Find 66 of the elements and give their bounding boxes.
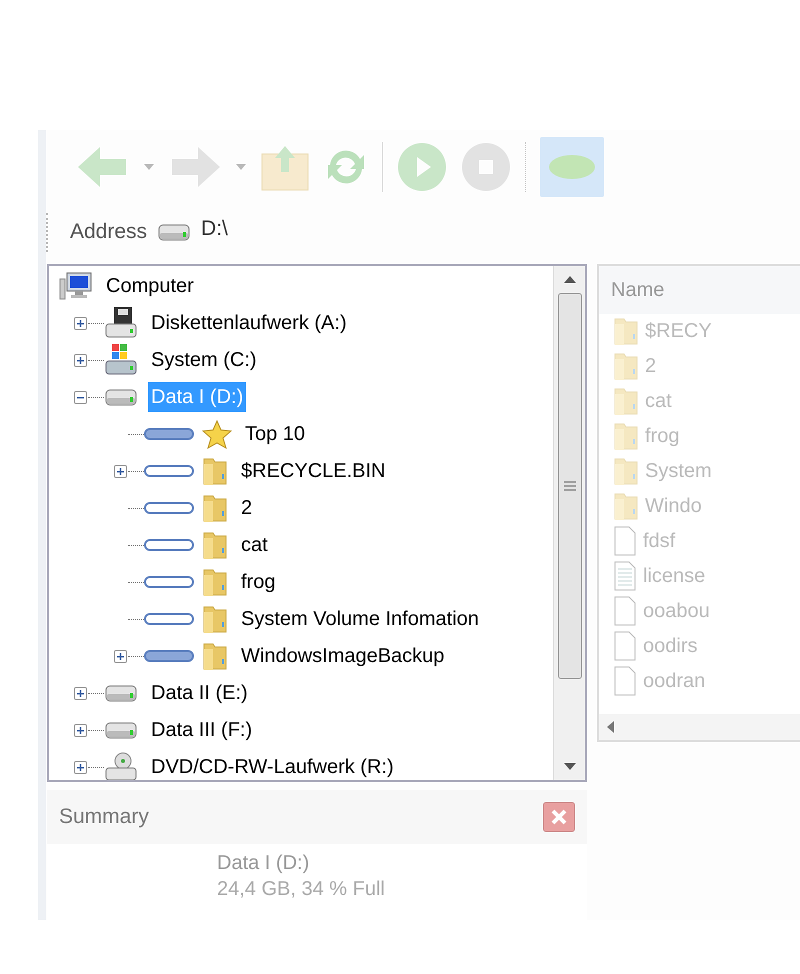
folder-icon	[202, 604, 228, 634]
plus-icon	[116, 652, 125, 661]
file-icon	[613, 666, 637, 696]
expand-button[interactable]	[114, 650, 127, 663]
plus-icon	[76, 688, 85, 698]
tree-item[interactable]: Computer	[103, 271, 197, 302]
expand-button[interactable]	[74, 724, 87, 737]
plus-icon	[76, 726, 85, 735]
scrollbar-thumb[interactable]	[558, 292, 582, 679]
computer-icon	[59, 271, 93, 302]
expand-button[interactable]	[74, 686, 87, 700]
tree-item[interactable]: frog	[238, 567, 278, 598]
expand-button[interactable]	[74, 760, 87, 774]
summary-title: Summary	[59, 804, 149, 830]
folder-icon	[202, 530, 228, 560]
folder-icon	[202, 641, 228, 672]
dropdown-caret-icon[interactable]	[236, 164, 246, 170]
tree-item[interactable]: Data II (E:)	[148, 678, 251, 708]
address-path[interactable]: D:\	[201, 213, 228, 245]
tree-item[interactable]: System (C:)	[148, 345, 260, 376]
summary-text: 24,4 GB, 34 % Full	[217, 876, 386, 902]
folder-icon	[613, 491, 639, 522]
file-icon	[613, 526, 637, 556]
scroll-left-icon[interactable]	[607, 720, 614, 733]
windows-drive-icon	[104, 343, 138, 378]
vertical-scrollbar[interactable]	[553, 266, 585, 780]
tree-item[interactable]: 2	[238, 493, 256, 524]
folder-icon	[613, 421, 639, 452]
tree-item[interactable]: cat	[238, 530, 271, 560]
folder-icon	[613, 456, 639, 486]
tree-item[interactable]: Top 10	[242, 419, 308, 450]
folder-icon	[613, 386, 639, 416]
tree-item[interactable]: Data III (F:)	[148, 715, 256, 746]
address-label: Address	[70, 219, 148, 246]
close-button[interactable]	[543, 802, 575, 832]
plus-icon	[116, 466, 125, 476]
folder-icon	[613, 316, 639, 346]
expand-button[interactable]	[74, 354, 87, 367]
expand-button[interactable]	[74, 316, 87, 330]
summary-text: Data I (D:)	[217, 850, 310, 876]
dvd-drive-icon	[104, 752, 138, 780]
tree-item[interactable]: System Volume Infomation	[238, 604, 482, 634]
tree-item[interactable]: $RECYCLE.BIN	[238, 456, 388, 486]
horizontal-scrollbar[interactable]	[599, 714, 800, 740]
scroll-up-icon[interactable]	[564, 276, 576, 283]
plus-icon	[76, 762, 85, 772]
file-icon	[613, 631, 637, 662]
collapse-button[interactable]	[74, 390, 87, 404]
folder-icon	[202, 567, 228, 598]
expand-button[interactable]	[114, 464, 127, 478]
folder-icon	[202, 456, 228, 486]
star-icon	[202, 419, 232, 450]
plus-icon	[76, 356, 85, 365]
text-file-icon	[613, 561, 637, 592]
close-icon	[550, 808, 568, 826]
tree-item[interactable]: WindowsImageBackup	[238, 641, 448, 672]
dropdown-caret-icon[interactable]	[144, 164, 154, 170]
floppy-drive-icon	[104, 306, 138, 340]
file-icon	[613, 596, 637, 626]
folder-icon	[613, 351, 639, 382]
tree-item[interactable]: DVD/CD-RW-Laufwerk (R:)	[148, 752, 397, 780]
plus-icon	[76, 318, 85, 328]
folder-icon	[202, 493, 228, 524]
tree-item[interactable]: Diskettenlaufwerk (A:)	[148, 308, 350, 338]
scroll-down-icon[interactable]	[564, 762, 576, 770]
toolbar-toggle-button[interactable]	[540, 137, 604, 198]
